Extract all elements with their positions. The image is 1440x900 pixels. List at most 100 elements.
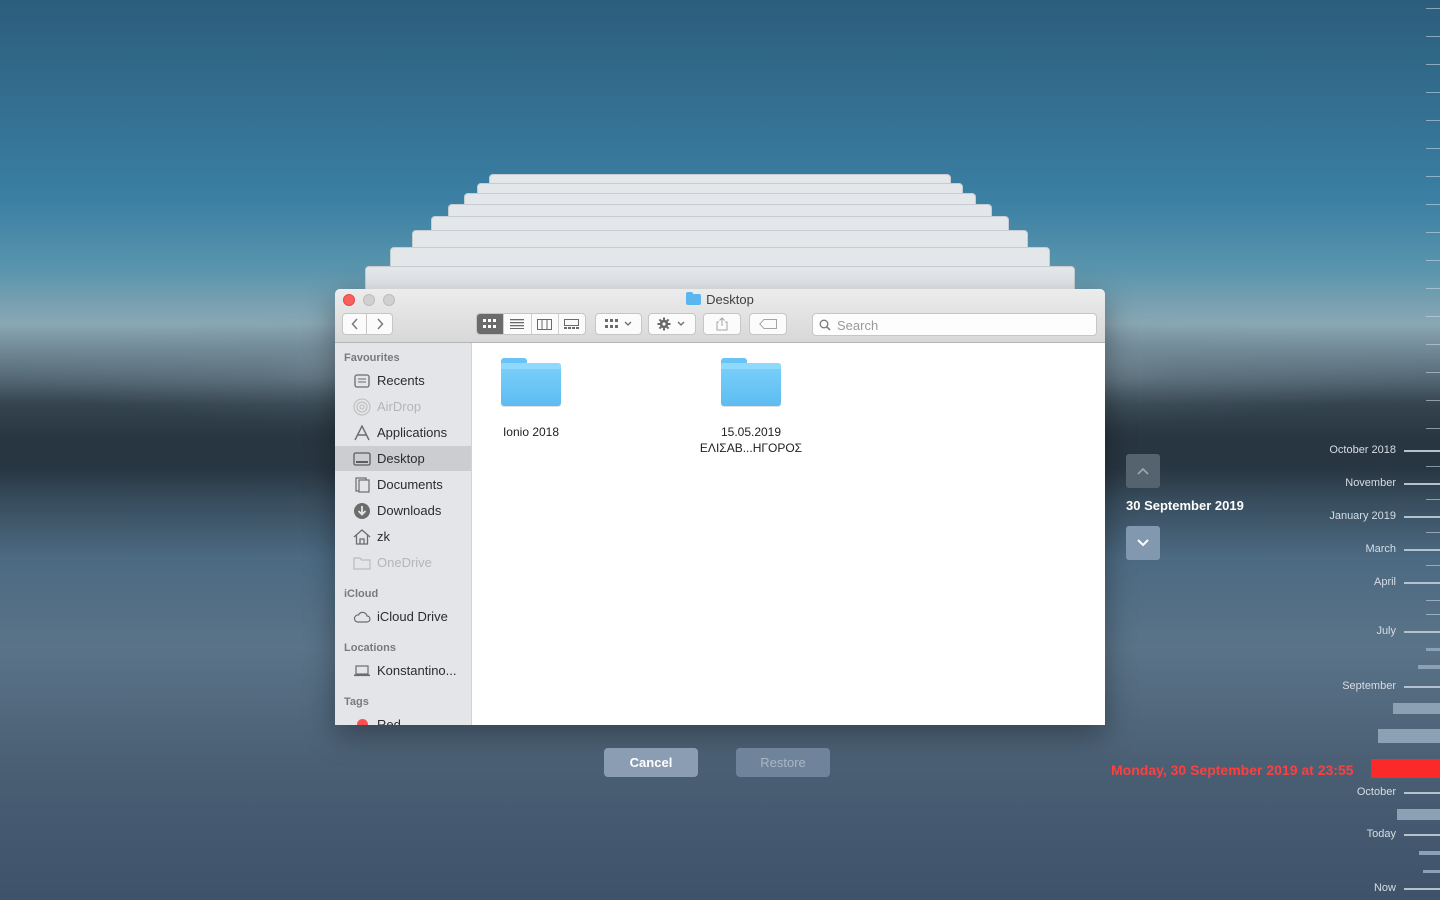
timeline-tick[interactable]	[1426, 428, 1440, 429]
tag-icon	[759, 319, 777, 329]
timeline-marker[interactable]	[1404, 792, 1440, 794]
timeline-tick[interactable]	[1426, 400, 1440, 401]
timeline-tick[interactable]	[1426, 372, 1440, 373]
recents-icon	[353, 372, 371, 390]
older-backup-button[interactable]	[1126, 454, 1160, 488]
icon-view-button[interactable]	[477, 314, 505, 334]
sidebar-item-icloud-drive[interactable]: iCloud Drive	[335, 604, 471, 629]
timeline-marker[interactable]	[1418, 665, 1440, 669]
gallery-icon	[564, 318, 580, 329]
airdrop-icon	[353, 398, 371, 416]
finder-window: Desktop Search Favourites Recents AirDro…	[335, 289, 1105, 725]
timeline-label[interactable]: March	[1365, 543, 1396, 555]
timeline-label[interactable]: April	[1374, 576, 1396, 588]
sidebar-item-tag-red[interactable]: Red	[335, 712, 471, 725]
search-field[interactable]: Search	[812, 313, 1097, 336]
sidebar-item-label: Downloads	[377, 503, 442, 518]
back-button[interactable]	[342, 313, 367, 335]
timeline-tick[interactable]	[1426, 499, 1440, 500]
cancel-button[interactable]: Cancel	[604, 748, 698, 777]
timeline-tick[interactable]	[1426, 64, 1440, 65]
folder-icon	[686, 292, 702, 305]
timeline-tick[interactable]	[1426, 600, 1440, 601]
list-view-button[interactable]	[504, 314, 532, 334]
sidebar-item-documents[interactable]: Documents	[335, 472, 471, 497]
chevron-right-icon	[376, 318, 384, 330]
timeline-tick[interactable]	[1426, 614, 1440, 615]
timeline-tick[interactable]	[1426, 148, 1440, 149]
folder-name-line: 15.05.2019	[720, 425, 782, 439]
timeline-marker[interactable]	[1378, 729, 1440, 743]
timeline-marker[interactable]	[1423, 870, 1440, 873]
timeline-marker[interactable]	[1404, 516, 1440, 518]
chevron-down-icon	[1137, 539, 1149, 547]
group-by-button[interactable]	[595, 313, 642, 335]
sidebar-item-desktop[interactable]: Desktop	[335, 446, 471, 471]
timeline-marker[interactable]	[1393, 703, 1440, 714]
timeline-marker[interactable]	[1404, 483, 1440, 485]
timeline-label[interactable]: November	[1345, 477, 1396, 489]
timeline-current-marker[interactable]	[1371, 759, 1440, 778]
timeline-label[interactable]: Now	[1374, 882, 1396, 894]
sidebar-item-label: AirDrop	[377, 399, 422, 414]
downloads-icon	[353, 502, 371, 520]
timeline-tick[interactable]	[1426, 344, 1440, 345]
forward-button[interactable]	[367, 313, 393, 335]
timeline-marker[interactable]	[1426, 648, 1440, 651]
restore-button[interactable]: Restore	[736, 748, 830, 777]
folder-icon	[721, 358, 781, 406]
search-icon	[819, 319, 831, 331]
timeline-marker[interactable]	[1404, 450, 1440, 452]
timeline-marker[interactable]	[1404, 888, 1440, 890]
sidebar-item-applications[interactable]: Applications	[335, 420, 471, 445]
timeline-tick[interactable]	[1426, 316, 1440, 317]
timeline-tick[interactable]	[1426, 232, 1440, 233]
timeline-tick[interactable]	[1426, 36, 1440, 37]
timeline-tick[interactable]	[1426, 8, 1440, 9]
timeline-label[interactable]: Today	[1367, 828, 1396, 840]
sidebar-item-computer[interactable]: Konstantino...	[335, 658, 471, 683]
timeline-tick[interactable]	[1426, 466, 1440, 467]
gallery-view-button[interactable]	[559, 314, 585, 334]
tag-button[interactable]	[749, 313, 787, 335]
folder-item[interactable]: 15.05.2019 ΕΛΙΣΑΒ...ΗΓΟΡΟΣ	[691, 358, 811, 456]
sidebar-item-home[interactable]: zk	[335, 524, 471, 549]
timeline-tick[interactable]	[1426, 288, 1440, 289]
timeline-label[interactable]: October 2018	[1329, 444, 1396, 456]
timeline-marker[interactable]	[1404, 686, 1440, 688]
sidebar-item-label: iCloud Drive	[377, 609, 448, 624]
folder-item[interactable]: Ionio 2018	[471, 358, 591, 440]
timeline-tick[interactable]	[1426, 565, 1440, 566]
sidebar-item-recents[interactable]: Recents	[335, 368, 471, 393]
timeline-label[interactable]: October	[1357, 786, 1396, 798]
window-title: Desktop	[335, 292, 1105, 307]
timeline-marker[interactable]	[1404, 582, 1440, 584]
timeline-marker[interactable]	[1404, 631, 1440, 633]
timeline-tick[interactable]	[1426, 92, 1440, 93]
timeline-tick[interactable]	[1426, 260, 1440, 261]
share-button[interactable]	[703, 313, 741, 335]
timeline-tick[interactable]	[1426, 532, 1440, 533]
sidebar-item-airdrop[interactable]: AirDrop	[335, 394, 471, 419]
sidebar-item-label: Desktop	[377, 451, 425, 466]
timeline-tick[interactable]	[1426, 176, 1440, 177]
timeline-marker[interactable]	[1397, 809, 1440, 820]
sidebar-item-downloads[interactable]: Downloads	[335, 498, 471, 523]
newer-backup-button[interactable]	[1126, 526, 1160, 560]
timeline-tick[interactable]	[1426, 120, 1440, 121]
timeline-label[interactable]: July	[1376, 625, 1396, 637]
desktop-icon	[353, 450, 371, 468]
search-placeholder: Search	[837, 318, 879, 333]
timeline-marker[interactable]	[1419, 851, 1440, 855]
timeline-marker[interactable]	[1404, 549, 1440, 551]
timeline-marker[interactable]	[1404, 834, 1440, 836]
home-icon	[353, 528, 371, 546]
timeline-label[interactable]: January 2019	[1329, 510, 1396, 522]
sidebar-item-onedrive[interactable]: OneDrive	[335, 550, 471, 575]
current-backup-date: 30 September 2019	[1126, 498, 1244, 513]
timeline-label[interactable]: September	[1342, 680, 1396, 692]
column-view-button[interactable]	[532, 314, 559, 334]
timeline-tick[interactable]	[1426, 204, 1440, 205]
sidebar: Favourites Recents AirDrop Applications …	[335, 343, 472, 725]
action-menu-button[interactable]	[648, 313, 696, 335]
